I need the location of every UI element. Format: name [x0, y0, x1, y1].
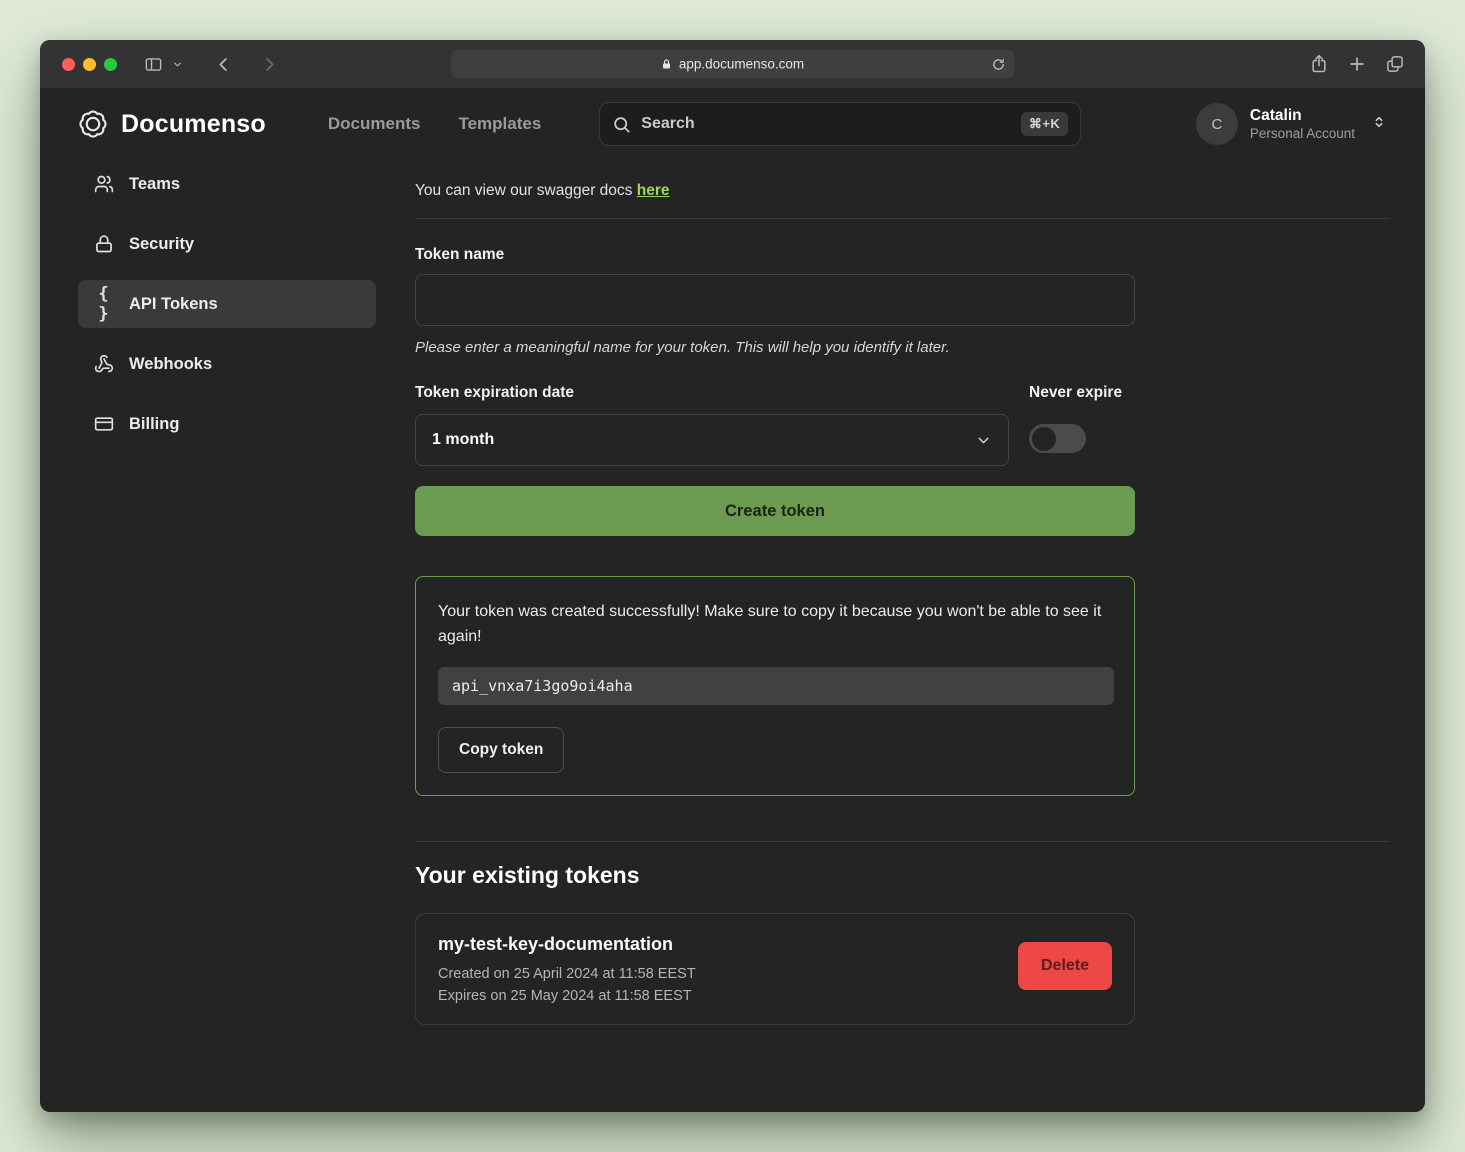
- chevron-up-down-icon: [1371, 114, 1387, 135]
- sidebar-item-label: Billing: [129, 415, 179, 434]
- sidebar-item-security[interactable]: Security: [78, 220, 376, 268]
- brand[interactable]: Documenso: [78, 109, 266, 139]
- close-window-button[interactable]: [62, 58, 75, 71]
- share-icon[interactable]: [1309, 54, 1329, 74]
- account-name: Catalin: [1250, 106, 1355, 125]
- expiration-select[interactable]: 1 month: [415, 414, 1009, 466]
- search-bar[interactable]: ⌘+K: [599, 102, 1081, 146]
- back-button[interactable]: [213, 54, 233, 74]
- traffic-lights: [62, 58, 117, 71]
- sidebar-item-billing[interactable]: Billing: [78, 400, 376, 448]
- new-tab-icon[interactable]: [1347, 54, 1367, 74]
- token-created-card: Your token was created successfully! Mak…: [415, 576, 1135, 796]
- token-value-field[interactable]: api_vnxa7i3go9oi4aha: [438, 667, 1114, 705]
- existing-token-name: my-test-key-documentation: [438, 934, 1018, 955]
- address-bar-url: app.documenso.com: [679, 57, 804, 72]
- brand-name: Documenso: [121, 110, 266, 139]
- browser-window: app.documenso.com Documenso: [40, 40, 1425, 1112]
- settings-sidebar: Teams Security { } API Tokens Webhooks B…: [40, 160, 375, 1112]
- token-name-label: Token name: [415, 246, 1390, 264]
- account-menu[interactable]: C Catalin Personal Account: [1196, 103, 1387, 145]
- ssl-lock-icon: [661, 58, 673, 70]
- sidebar-item-label: Security: [129, 235, 194, 254]
- existing-token-card: my-test-key-documentation Created on 25 …: [415, 913, 1135, 1025]
- sidebar-item-api-tokens[interactable]: { } API Tokens: [78, 280, 376, 328]
- never-expire-toggle[interactable]: [1029, 424, 1086, 453]
- token-name-input[interactable]: [415, 274, 1135, 326]
- token-expiration-label: Token expiration date: [415, 384, 1009, 402]
- lock-icon: [94, 234, 114, 254]
- sidebar-item-webhooks[interactable]: Webhooks: [78, 340, 376, 388]
- search-shortcut-badge: ⌘+K: [1021, 112, 1068, 136]
- braces-icon: { }: [94, 284, 114, 324]
- avatar: C: [1196, 103, 1238, 145]
- reload-icon[interactable]: [991, 57, 1005, 71]
- search-input[interactable]: [641, 115, 1011, 133]
- documenso-logo-icon: [78, 109, 108, 139]
- sidebar-menu-chevron-icon[interactable]: [167, 54, 187, 74]
- sidebar-item-label: API Tokens: [129, 295, 218, 314]
- address-bar[interactable]: app.documenso.com: [451, 50, 1014, 79]
- sidebar-item-label: Webhooks: [129, 355, 212, 374]
- expiration-selected-value: 1 month: [432, 431, 494, 449]
- webhook-icon: [94, 354, 114, 374]
- chevron-down-icon: [975, 432, 992, 449]
- sidebar-toggle-icon[interactable]: [143, 54, 163, 74]
- never-expire-label: Never expire: [1029, 384, 1135, 402]
- sidebar-item-label: Teams: [129, 175, 180, 194]
- minimize-window-button[interactable]: [83, 58, 96, 71]
- account-type: Personal Account: [1250, 125, 1355, 142]
- token-created-message: Your token was created successfully! Mak…: [438, 599, 1108, 649]
- existing-tokens-heading: Your existing tokens: [415, 862, 1390, 889]
- app-header: Documenso Documents Templates ⌘+K C Cata…: [40, 88, 1425, 160]
- copy-token-button[interactable]: Copy token: [438, 727, 564, 773]
- api-tokens-page: You can view our swagger docs here Token…: [375, 160, 1425, 1112]
- top-nav: Documents Templates: [328, 114, 541, 134]
- forward-button[interactable]: [259, 54, 279, 74]
- browser-chrome: app.documenso.com: [40, 40, 1425, 88]
- swagger-docs-link[interactable]: here: [637, 182, 670, 199]
- search-icon: [612, 115, 631, 134]
- toggle-knob: [1032, 427, 1056, 451]
- credit-card-icon: [94, 414, 114, 434]
- existing-token-expires: Expires on 25 May 2024 at 11:58 EEST: [438, 988, 1018, 1004]
- nav-templates[interactable]: Templates: [458, 114, 541, 134]
- swagger-docs-prefix: You can view our swagger docs: [415, 182, 637, 199]
- tab-overview-icon[interactable]: [1385, 54, 1405, 74]
- swagger-docs-text: You can view our swagger docs here: [415, 182, 1390, 200]
- divider: [415, 841, 1390, 842]
- users-icon: [94, 174, 114, 194]
- existing-token-created: Created on 25 April 2024 at 11:58 EEST: [438, 966, 1018, 982]
- token-name-hint: Please enter a meaningful name for your …: [415, 339, 1390, 356]
- delete-token-button[interactable]: Delete: [1018, 942, 1112, 990]
- nav-documents[interactable]: Documents: [328, 114, 421, 134]
- zoom-window-button[interactable]: [104, 58, 117, 71]
- sidebar-item-teams[interactable]: Teams: [78, 160, 376, 208]
- divider: [415, 218, 1390, 219]
- create-token-button[interactable]: Create token: [415, 486, 1135, 536]
